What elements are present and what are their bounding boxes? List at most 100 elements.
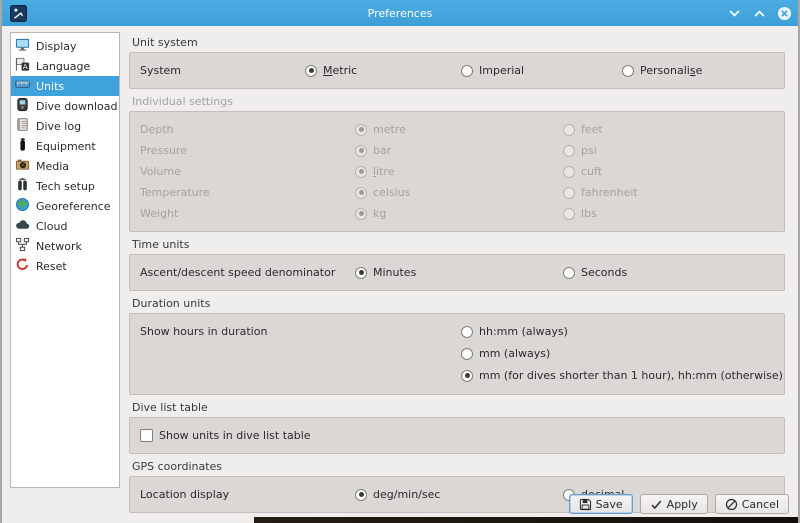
section-title-duration-units: Duration units — [132, 297, 785, 310]
radio-minutes[interactable]: Minutes — [355, 262, 416, 283]
radio-selected-indicator — [355, 208, 367, 220]
floppy-icon — [579, 498, 592, 511]
sidebar-item-dive-download[interactable]: Dive download — [11, 96, 119, 116]
radio-selected-indicator[interactable] — [355, 267, 367, 279]
radio-mm-always[interactable]: mm (always) — [461, 343, 550, 364]
titlebar[interactable]: Preferences — [0, 0, 800, 26]
sidebar-item-language[interactable]: ALanguage — [11, 56, 119, 76]
sidebar-item-georeference[interactable]: Georeference — [11, 196, 119, 216]
checkbox-box[interactable] — [140, 429, 153, 442]
groupbox-dive-list-table: Show units in dive list table — [129, 417, 785, 454]
apply-button[interactable]: Apply — [640, 494, 708, 514]
radio-label: Personalise — [640, 64, 702, 77]
button-label: Save — [596, 498, 623, 511]
radio-selected-indicator[interactable] — [305, 65, 317, 77]
radio-indicator — [563, 187, 575, 199]
radio-label: mm (for dives shorter than 1 hour), hh:m… — [479, 369, 783, 382]
checkbox-show-units-in-dive-list-table[interactable]: Show units in dive list table — [140, 425, 311, 446]
sidebar-item-cloud[interactable]: Cloud — [11, 216, 119, 236]
language-icon: A — [15, 57, 30, 75]
sidebar-item-tech-setup[interactable]: Tech setup — [11, 176, 119, 196]
radio-indicator[interactable] — [622, 65, 634, 77]
sidebar-item-dive-log[interactable]: Dive log — [11, 116, 119, 136]
radio-selected-indicator[interactable] — [461, 370, 473, 382]
radio-label: Imperial — [479, 64, 524, 77]
radio-label: lbs — [581, 207, 597, 220]
maximize-button[interactable] — [752, 6, 767, 21]
sidebar-item-media[interactable]: Media — [11, 156, 119, 176]
radio-indicator — [563, 208, 575, 220]
cancel-button[interactable]: Cancel — [715, 494, 789, 514]
radio-label: mm (always) — [479, 347, 550, 360]
radio-indicator[interactable] — [461, 326, 473, 338]
window-controls — [727, 6, 792, 21]
radio-selected-indicator[interactable] — [355, 489, 367, 501]
save-button[interactable]: Save — [569, 494, 633, 514]
close-button[interactable] — [777, 6, 792, 21]
minimize-button[interactable] — [727, 6, 742, 21]
window-title: Preferences — [0, 7, 800, 20]
sidebar-item-label: Dive download — [36, 100, 118, 113]
radio-personalise[interactable]: Personalise — [622, 60, 702, 81]
sidebar-item-network[interactable]: Network — [11, 236, 119, 256]
section-time-units: Time unitsAscent/descent speed denominat… — [129, 238, 785, 291]
groupbox-unit-system: SystemMetricImperialPersonalise — [129, 52, 785, 89]
check-icon — [650, 498, 663, 511]
radio-mm-for-dives-shorter-than-1-hour-hh-mm-otherwise[interactable]: mm (for dives shorter than 1 hour), hh:m… — [461, 365, 783, 386]
ruler-icon — [15, 77, 30, 95]
sidebar-item-reset[interactable]: Reset — [11, 256, 119, 276]
radio-indicator — [563, 124, 575, 136]
dive-log-icon — [15, 117, 30, 135]
radio-hh-mm-always[interactable]: hh:mm (always) — [461, 321, 568, 342]
radio-psi: psi — [563, 140, 597, 161]
row-label-location-display: Location display — [140, 484, 229, 505]
radio-selected-indicator — [355, 145, 367, 157]
radio-fahrenheit: fahrenheit — [563, 182, 638, 203]
radio-label: deg/min/sec — [373, 488, 440, 501]
sidebar-item-label: Cloud — [36, 220, 67, 233]
radio-label: psi — [581, 144, 597, 157]
section-title-unit-system: Unit system — [132, 36, 785, 49]
settings-content: Unit systemSystemMetricImperialPersonali… — [129, 34, 785, 519]
radio-metric[interactable]: Metric — [305, 60, 357, 81]
radio-selected-indicator — [355, 166, 367, 178]
radio-label: litre — [373, 165, 394, 178]
radio-label: bar — [373, 144, 391, 157]
section-dive-list-table: Dive list table Show units in dive list t… — [129, 401, 785, 454]
radio-feet: feet — [563, 119, 603, 140]
radio-label: metre — [373, 123, 406, 136]
section-duration-units: Duration unitsShow hours in durationhh:m… — [129, 297, 785, 395]
radio-bar: bar — [355, 140, 391, 161]
row-label-volume: Volume — [140, 161, 181, 182]
radio-metre: metre — [355, 119, 406, 140]
button-label: Apply — [667, 498, 698, 511]
sidebar-item-label: Reset — [36, 260, 67, 273]
section-title-individual-settings: Individual settings — [132, 95, 785, 108]
radio-indicator[interactable] — [563, 267, 575, 279]
sidebar-item-display[interactable]: Display — [11, 36, 119, 56]
radio-indicator[interactable] — [461, 348, 473, 360]
sidebar-item-equipment[interactable]: Equipment — [11, 136, 119, 156]
radio-deg-min-sec[interactable]: deg/min/sec — [355, 484, 440, 505]
groupbox-time-units: Ascent/descent speed denominator Minutes S… — [129, 254, 785, 291]
reset-icon — [15, 257, 30, 275]
radio-indicator[interactable] — [461, 65, 473, 77]
radio-selected-indicator — [355, 124, 367, 136]
radio-seconds[interactable]: Seconds — [563, 262, 627, 283]
twin-tanks-icon — [15, 177, 30, 195]
cloud-icon — [15, 217, 30, 235]
row-label-depth: Depth — [140, 119, 174, 140]
groupbox-individual-settings: DepthmetrefeetPressurebarpsiVolumelitrec… — [129, 111, 785, 232]
radio-celsius: celsius — [355, 182, 410, 203]
section-title-dive-list-table: Dive list table — [132, 401, 785, 414]
sidebar-item-label: Equipment — [36, 140, 96, 153]
radio-selected-indicator — [355, 187, 367, 199]
sidebar-item-units[interactable]: Units — [11, 76, 119, 96]
radio-cuft: cuft — [563, 161, 602, 182]
sidebar: DisplayALanguageUnits Dive download Dive l… — [10, 32, 120, 488]
radio-label: Seconds — [581, 266, 627, 279]
camera-icon — [15, 157, 30, 175]
display-icon — [15, 37, 30, 55]
row-label-ascent-descent-speed-denominator: Ascent/descent speed denominator — [140, 262, 335, 283]
radio-imperial[interactable]: Imperial — [461, 60, 524, 81]
